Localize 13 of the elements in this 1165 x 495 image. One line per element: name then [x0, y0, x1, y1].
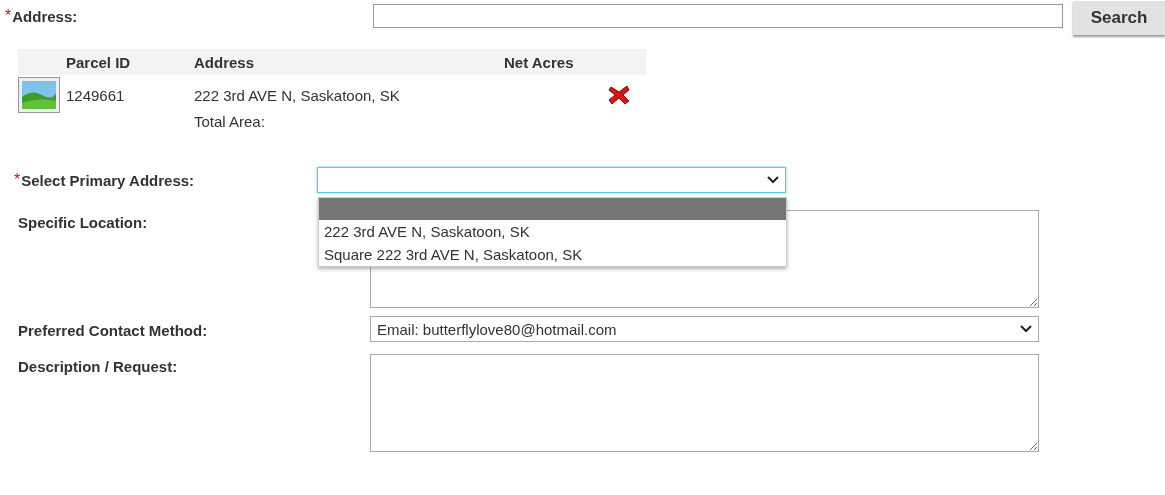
specific-location-label: Specific Location: — [18, 213, 149, 231]
required-mark: * — [14, 171, 21, 189]
primary-address-label: Select Primary Address: — [21, 171, 195, 189]
address-label: Address: — [12, 7, 78, 25]
description-label: Description / Request: — [18, 357, 179, 375]
column-header: Address — [194, 53, 256, 71]
contact-method-label: Preferred Contact Method: — [18, 321, 209, 339]
parcel-address: 222 3rd AVE N, Saskatoon, SK — [194, 86, 401, 104]
parcel-id: 1249661 — [66, 86, 126, 104]
required-mark: * — [5, 7, 12, 25]
total-area-label: Total Area: — [194, 112, 266, 130]
column-header: Net Acres — [504, 53, 575, 71]
column-header: Parcel ID — [66, 53, 132, 71]
